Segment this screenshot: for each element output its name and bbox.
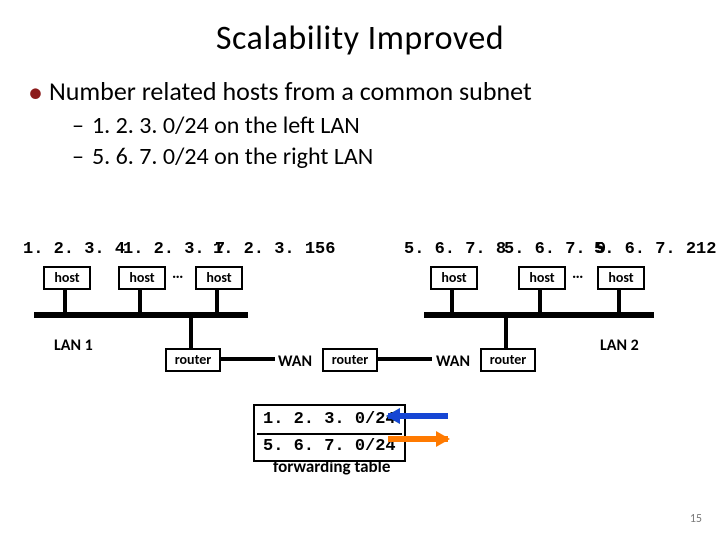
host-box: host [430,266,478,290]
ip-label: 1. 2. 3. 7 [123,240,225,259]
host-box: host [195,266,243,290]
router-box: router [165,348,221,372]
bullet-level1: •Number related hosts from a common subn… [28,75,692,107]
bullet-text: Number related hosts from a common subne… [49,75,532,107]
forwarding-table-label: forwarding table [273,456,390,477]
lan-label: LAN 1 [54,336,93,355]
bullet-block: •Number related hosts from a common subn… [0,59,720,171]
ip-label: 5. 6. 7. 8 [404,240,506,259]
lan-bus [34,312,248,318]
network-diagram: 1. 2. 3. 4 1. 2. 3. 7 1. 2. 3. 156 host … [0,240,720,520]
fwd-row: 1. 2. 3. 0/24 [257,408,402,431]
router-up-link [504,318,508,348]
ellipsis-icon: … [172,264,183,283]
arrow-left-icon [388,410,448,422]
router-box: router [480,348,536,372]
wan-label: WAN [436,352,470,371]
ip-label: 5. 6. 7. 212 [594,240,716,259]
host-leg [538,290,542,314]
ip-label: 1. 2. 3. 156 [213,240,335,259]
host-leg [63,290,67,314]
host-leg [617,290,621,314]
forwarding-table: 1. 2. 3. 0/24 5. 6. 7. 0/24 [253,404,406,462]
lan-bus [424,312,654,318]
subbullet-text: 1. 2. 3. 0/24 on the left LAN [92,111,360,140]
wan-link [219,357,275,361]
slide-title: Scalability Improved [0,0,720,59]
host-leg [450,290,454,314]
subbullet-text: 5. 6. 7. 0/24 on the right LAN [92,142,373,171]
ip-label: 5. 6. 7. 9 [504,240,606,259]
ip-label: 1. 2. 3. 4 [23,240,125,259]
host-leg [138,290,142,314]
fwd-row: 5. 6. 7. 0/24 [257,433,402,458]
host-box: host [518,266,566,290]
bullet-level2: –1. 2. 3. 0/24 on the left LAN [72,111,692,140]
bullet-level2: –5. 6. 7. 0/24 on the right LAN [72,142,692,171]
ellipsis-icon: … [572,264,583,283]
host-box: host [597,266,645,290]
router-up-link [189,318,193,348]
wan-label: WAN [278,352,312,371]
router-box: router [322,348,378,372]
arrow-right-icon [388,433,448,445]
lan-label: LAN 2 [600,336,639,355]
host-box: host [43,266,91,290]
page-number: 15 [690,512,702,526]
wan-link [376,357,432,361]
host-box: host [118,266,166,290]
host-leg [215,290,219,314]
